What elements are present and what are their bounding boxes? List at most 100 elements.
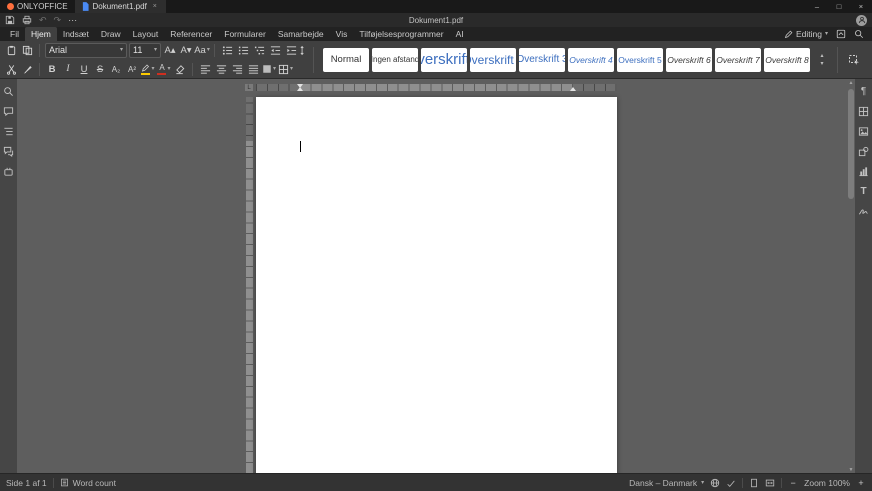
align-right-icon[interactable] [230,62,244,76]
document-viewport[interactable]: L ▲ ▼ [17,79,855,474]
right-indent-marker[interactable] [570,87,576,91]
tab-draw[interactable]: Draw [95,27,127,41]
search-icon[interactable] [854,29,864,39]
style-overskrift-2[interactable]: Overskrift 2 [470,47,516,72]
redo-icon[interactable]: ↷ [54,15,62,26]
document-tab[interactable]: Dokument1.pdf × [74,0,166,13]
tab-hjem[interactable]: Hjem [24,27,57,41]
text-art-settings-icon[interactable]: T [857,185,870,198]
scroll-up-icon[interactable]: ▲ [847,79,855,87]
line-spacing-icon[interactable]: ▾ [300,43,304,57]
style-overskrift-6[interactable]: Overskrift 6 [666,47,712,72]
style-overskrift-5[interactable]: Overskrift 5 [617,47,663,72]
copy-icon[interactable] [20,43,34,57]
document-page[interactable] [256,97,617,474]
navigation-headings-icon[interactable] [2,125,15,138]
scrollbar-thumb[interactable] [848,89,854,199]
select-all-icon[interactable] [847,53,861,67]
spellcheck-icon[interactable] [726,478,736,488]
gallery-scroll-down-icon[interactable]: ▾ [820,61,823,67]
plugins-icon[interactable] [2,165,15,178]
signature-settings-icon[interactable] [857,205,870,218]
tab-layout[interactable]: Layout [127,27,165,41]
save-icon[interactable] [5,15,15,25]
editing-mode-dropdown[interactable]: Editing ▾ [784,29,828,39]
more-actions-icon[interactable]: ⋯ [68,15,77,26]
hide-toolbar-icon[interactable] [836,29,846,39]
shading-color-button[interactable]: ▾ [262,62,276,76]
left-indent-marker[interactable] [297,87,303,91]
italic-button[interactable]: I [61,62,75,76]
subscript-button[interactable]: A₂ [109,62,123,76]
underline-button[interactable]: U [77,62,91,76]
cut-icon[interactable] [4,62,18,76]
vertical-ruler[interactable] [246,97,253,474]
horizontal-ruler[interactable] [256,84,617,91]
tab-formularer[interactable]: Formularer [218,27,272,41]
window-minimize-button[interactable]: – [806,0,828,13]
bold-button[interactable]: B [45,62,59,76]
tab-close-icon[interactable]: × [151,3,159,10]
borders-button[interactable]: ▾ [278,62,293,76]
strikethrough-button[interactable]: S [93,62,107,76]
fit-page-icon[interactable] [749,478,759,488]
font-name-combobox[interactable]: Arial ▾ [45,42,127,58]
undo-icon[interactable]: ↶ [39,15,47,26]
chart-settings-icon[interactable] [857,165,870,178]
print-icon[interactable] [22,15,32,25]
font-color-button[interactable]: A ▾ [157,62,171,76]
numbered-list-icon[interactable] [236,43,250,57]
font-size-combobox[interactable]: 11 ▾ [129,42,161,58]
image-settings-icon[interactable] [857,125,870,138]
word-count-button[interactable]: Word count [60,478,116,488]
window-close-button[interactable]: × [850,0,872,13]
chat-icon[interactable] [2,145,15,158]
document-language-icon[interactable] [710,478,720,488]
table-settings-icon[interactable] [857,105,870,118]
align-left-icon[interactable] [198,62,212,76]
zoom-level-indicator[interactable]: Zoom 100% [804,478,850,488]
tab-referencer[interactable]: Referencer [164,27,218,41]
multilevel-list-icon[interactable] [252,43,266,57]
style-overskrift-7[interactable]: Overskrift 7 [715,47,761,72]
tab-indsaet[interactable]: Indsæt [57,27,95,41]
decrease-font-size-icon[interactable]: A▾ [179,43,193,57]
shape-settings-icon[interactable] [857,145,870,158]
zoom-out-button[interactable]: − [788,478,798,488]
style-overskrift-4[interactable]: Overskrift 4 [568,47,614,72]
style-overskrift-8[interactable]: Overskrift 8 [764,47,810,72]
copy-style-icon[interactable] [20,62,34,76]
change-case-icon[interactable]: Aa ▾ [194,43,210,57]
page-number-indicator[interactable]: Side 1 af 1 [6,478,47,488]
tab-samarbejde[interactable]: Samarbejde [272,27,330,41]
tab-tilfoejelsesprogrammer[interactable]: Tilføjelsesprogrammer [353,27,449,41]
align-justify-icon[interactable] [246,62,260,76]
bullet-list-icon[interactable] [220,43,234,57]
app-logo-button[interactable]: ONLYOFFICE [0,0,75,13]
style-overskrift-1[interactable]: Overskrift 1 [421,47,467,72]
style-normal[interactable]: Normal [323,47,369,72]
tab-stop-selector[interactable]: L [245,84,253,91]
paragraph-settings-icon[interactable]: ¶ [857,85,870,98]
vertical-scrollbar[interactable]: ▲ ▼ [847,79,855,474]
style-ingen-afstand[interactable]: Ingen afstand [372,47,418,72]
align-center-icon[interactable] [214,62,228,76]
highlight-color-button[interactable]: ▾ [141,62,155,76]
language-selector[interactable]: Dansk – Danmark ▾ [629,478,704,488]
increase-font-size-icon[interactable]: A▴ [163,43,177,57]
paste-icon[interactable] [4,43,18,57]
clear-style-icon[interactable] [173,62,187,76]
gallery-scroll-up-icon[interactable]: ▴ [820,53,823,59]
window-maximize-button[interactable]: □ [828,0,850,13]
tab-fil[interactable]: Fil [4,27,25,41]
superscript-button[interactable]: A² [125,62,139,76]
increase-indent-icon[interactable] [284,43,298,57]
decrease-indent-icon[interactable] [268,43,282,57]
user-avatar[interactable] [856,14,867,26]
tab-ai[interactable]: AI [450,27,470,41]
style-overskrift-3[interactable]: Overskrift 3 [519,47,565,72]
comments-icon[interactable] [2,105,15,118]
zoom-in-button[interactable]: + [856,478,866,488]
search-icon[interactable] [2,85,15,98]
fit-width-icon[interactable] [765,478,775,488]
